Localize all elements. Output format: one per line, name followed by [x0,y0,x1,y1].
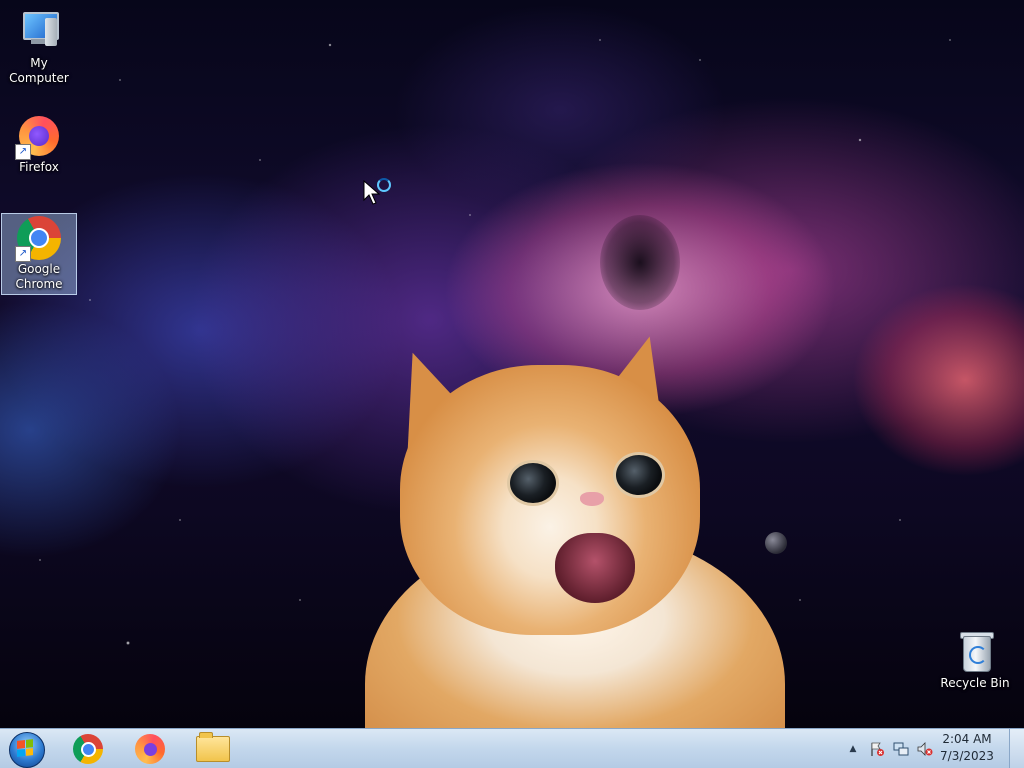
my-computer-icon [15,8,63,56]
chrome-icon [73,734,103,764]
dark-nebula [600,215,680,310]
desktop-icon-label: My Computer [9,56,69,85]
show-desktop-button[interactable] [1009,729,1024,768]
chrome-icon: ↗ [15,214,63,262]
cat-head [400,365,700,635]
recycle-bin-icon [951,628,999,676]
system-tray: ▲ [844,729,934,768]
desktop-icon-label: Recycle Bin [940,676,1010,690]
windows-flag-icon [17,739,33,757]
taskbar-app-explorer[interactable] [186,731,240,767]
shortcut-arrow-icon: ↗ [15,246,31,262]
action-center-flag-icon[interactable] [868,740,886,758]
network-icon[interactable] [892,740,910,758]
taskbar-clock[interactable]: 2:04 AM 7/3/2023 [934,731,1000,765]
desktop-icon-label: Google Chrome [15,262,63,291]
show-hidden-icons-button[interactable]: ▲ [844,740,862,758]
cat-eye-right [613,452,665,498]
cat-eye-left [507,460,559,506]
desktop-wallpaper: My Computer ↗ Firefox ↗ Google Chrome Re… [0,0,1024,728]
volume-muted-icon[interactable] [916,740,934,758]
shortcut-arrow-icon: ↗ [15,144,31,160]
cat-image [360,326,790,728]
folder-icon [196,732,230,762]
taskbar-app-chrome[interactable] [61,731,115,767]
clock-time: 2:04 AM [942,732,992,746]
busy-spinner-icon [377,178,391,192]
firefox-icon: ↗ [15,112,63,160]
desktop-icon-label: Firefox [19,160,59,174]
firefox-icon [135,734,165,764]
desktop-icon-google-chrome[interactable]: ↗ Google Chrome [1,213,77,295]
taskbar: ▲ 2:04 AM 7/3/2023 [0,728,1024,768]
cat-nose [580,492,604,506]
desktop-icon-my-computer[interactable]: My Computer [1,8,77,86]
desktop-icon-firefox[interactable]: ↗ Firefox [1,112,77,175]
start-button[interactable] [6,730,46,768]
desktop-icon-recycle-bin[interactable]: Recycle Bin [937,628,1013,691]
taskbar-app-firefox[interactable] [123,731,177,767]
cat-mouth [555,533,635,603]
clock-date: 7/3/2023 [940,749,994,763]
